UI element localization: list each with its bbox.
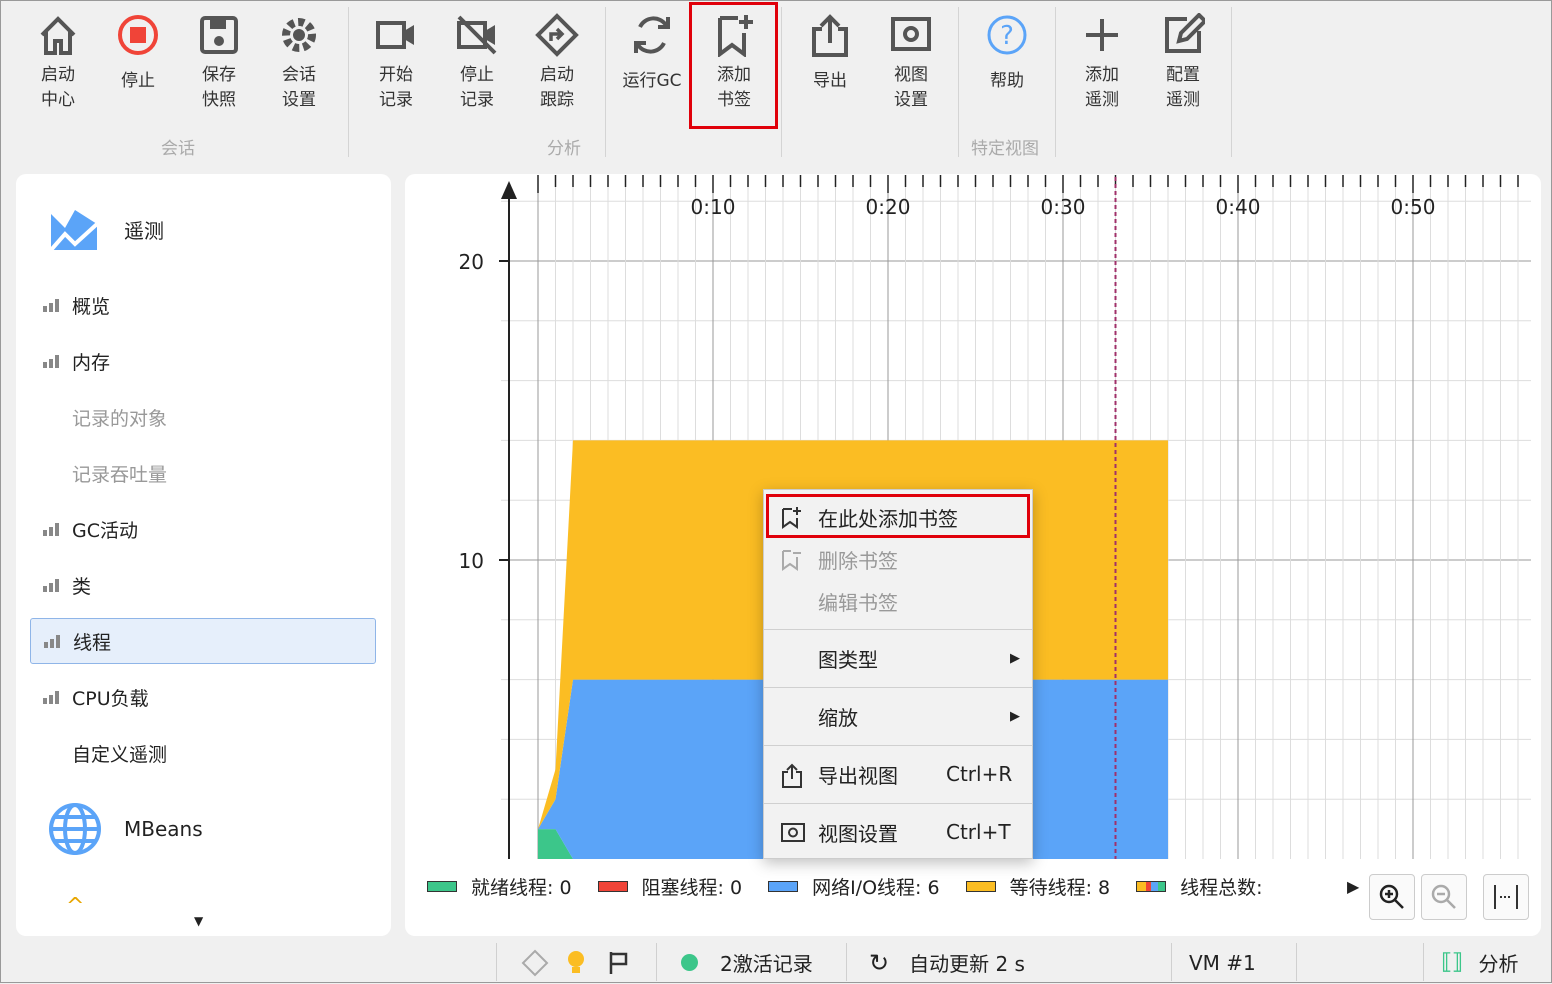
menu-label: 编辑书签 xyxy=(818,590,898,615)
legend-label: 等待线程: 8 xyxy=(1009,877,1111,899)
menu-edit-bookmark[interactable]: 编辑书签 xyxy=(764,580,1032,622)
legend-item: 网络I/O线程: 6 xyxy=(768,873,940,900)
recording-status[interactable]: 2激活记录 xyxy=(681,941,813,984)
recording-dot-icon xyxy=(681,954,698,971)
tracking-status-icon[interactable] xyxy=(521,941,549,984)
y-tick-label: 10 xyxy=(459,549,484,573)
y-tick-label: 20 xyxy=(459,250,484,274)
x-tick-label: 0:20 xyxy=(866,195,911,219)
menu-separator xyxy=(764,745,1032,746)
legend-swatch xyxy=(965,881,996,892)
x-tick-label: 0:10 xyxy=(691,195,736,219)
status-separator xyxy=(656,943,657,981)
legend-swatch xyxy=(427,881,457,892)
bookmark-remove-icon xyxy=(782,550,801,571)
vm-label: VM #1 xyxy=(1189,950,1256,975)
analysis-icon: ⟦⟧ xyxy=(1441,950,1463,975)
status-separator xyxy=(1296,943,1297,981)
y-axis-arrow xyxy=(501,181,517,199)
menu-view-settings[interactable]: 视图设置 Ctrl+T xyxy=(764,811,1032,853)
fit-width-icon xyxy=(1494,885,1518,909)
legend-label: 就绪线程: 0 xyxy=(471,877,572,899)
menu-chart-type[interactable]: 图类型 ▶ xyxy=(764,637,1032,679)
legend-more-icon[interactable]: ▶ xyxy=(1347,877,1359,896)
analysis-label: 分析 xyxy=(1478,952,1519,976)
menu-label: 图类型 xyxy=(818,647,878,672)
lightbulb-icon[interactable] xyxy=(566,941,586,984)
highlight-menu-item xyxy=(766,494,1030,538)
menu-zoom[interactable]: 缩放 ▶ xyxy=(764,695,1032,737)
menu-label: 缩放 xyxy=(818,705,858,730)
status-separator xyxy=(496,943,497,981)
menu-label: 删除书签 xyxy=(818,548,898,573)
legend-item: 阻塞线程: 0 xyxy=(597,873,743,900)
analysis-status[interactable]: ⟦⟧ 分析 xyxy=(1441,941,1518,984)
legend-item: 线程总数: xyxy=(1136,873,1263,900)
view-settings-icon xyxy=(781,823,805,842)
legend-label: 线程总数: xyxy=(1180,877,1263,899)
chart-legend: 就绪线程: 0 阻塞线程: 0 网络I/O线程: 6 等待线程: 8 线程总数: xyxy=(427,873,1289,900)
legend-item: 就绪线程: 0 xyxy=(427,873,572,900)
refresh-icon: ↻ xyxy=(869,948,890,977)
auto-update-label: 自动更新 2 s xyxy=(909,952,1025,976)
x-tick-label: 0:30 xyxy=(1041,195,1086,219)
menu-separator xyxy=(764,629,1032,630)
legend-label: 阻塞线程: 0 xyxy=(641,877,743,899)
recording-count: 2激活记录 xyxy=(720,952,813,976)
x-tick-label: 0:40 xyxy=(1216,195,1261,219)
menu-label: 导出视图 xyxy=(818,763,898,788)
status-separator xyxy=(846,943,847,981)
export-icon xyxy=(782,763,802,788)
menu-shortcut: Ctrl+T xyxy=(946,820,1011,844)
legend-label: 网络I/O线程: 6 xyxy=(812,877,940,899)
status-separator xyxy=(1423,943,1424,981)
legend-swatch xyxy=(768,881,799,892)
context-menu: 在此处添加书签 删除书签 编辑书签 图类型 ▶ 缩放 ▶ 导出视图 Ctrl+R 视图… xyxy=(763,489,1033,859)
zoom-in-icon xyxy=(1379,884,1404,909)
fit-width-button[interactable] xyxy=(1483,874,1529,920)
menu-delete-bookmark[interactable]: 删除书签 xyxy=(764,538,1032,580)
menu-shortcut: Ctrl+R xyxy=(946,762,1013,786)
legend-item: 等待线程: 8 xyxy=(965,873,1111,900)
menu-export-view[interactable]: 导出视图 Ctrl+R xyxy=(764,753,1032,795)
menu-separator xyxy=(764,803,1032,804)
submenu-arrow-icon: ▶ xyxy=(1010,708,1020,724)
menu-separator xyxy=(764,687,1032,688)
legend-swatch xyxy=(1136,881,1167,892)
legend-swatch xyxy=(597,881,628,892)
submenu-arrow-icon: ▶ xyxy=(1010,650,1020,666)
menu-label: 视图设置 xyxy=(818,821,898,846)
zoom-out-button[interactable] xyxy=(1421,874,1467,920)
flag-icon[interactable] xyxy=(607,941,631,984)
x-tick-label: 0:50 xyxy=(1391,195,1436,219)
auto-update-status[interactable]: ↻ 自动更新 2 s xyxy=(869,941,1025,984)
zoom-in-button[interactable] xyxy=(1369,874,1415,920)
zoom-out-icon xyxy=(1431,884,1456,909)
status-bar: 2激活记录 ↻ 自动更新 2 s VM #1 ⟦⟧ 分析 xyxy=(1,941,1551,984)
status-separator xyxy=(1171,943,1172,981)
